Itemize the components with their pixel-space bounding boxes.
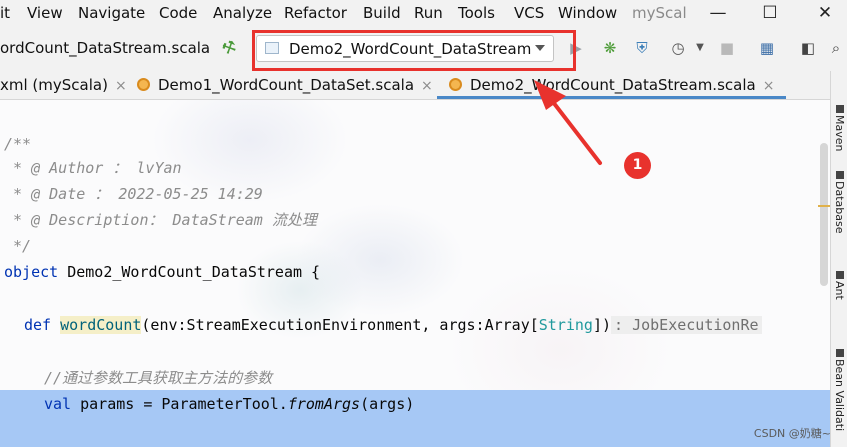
ant-icon — [836, 271, 844, 279]
bean-validation-tool-button[interactable]: Bean Validati — [833, 359, 846, 431]
annotation-arrow — [534, 80, 602, 165]
database-tool-button[interactable]: Database — [833, 181, 846, 234]
maven-icon — [836, 105, 844, 113]
ant-tool-button[interactable]: Ant — [833, 281, 846, 300]
maven-tool-button[interactable]: Maven — [833, 115, 846, 151]
bean-validation-icon — [836, 349, 844, 357]
annotation-step-badge: 1 — [624, 152, 651, 179]
watermark-text: CSDN @奶糖~ — [753, 427, 831, 440]
right-tool-window-strip: Maven Database Ant Bean Validati — [830, 71, 847, 447]
database-icon — [836, 171, 844, 179]
